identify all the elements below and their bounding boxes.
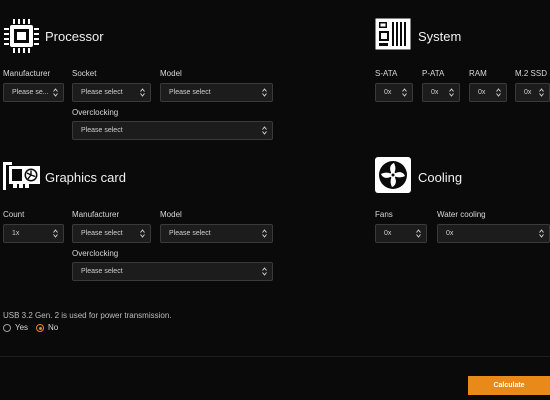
system-m2-label: M.2 SSD xyxy=(515,69,548,78)
chevron-updown-icon xyxy=(539,229,544,238)
system-title: System xyxy=(418,29,462,44)
system-sata-value: 0x xyxy=(384,89,392,96)
usb-question: USB 3.2 Gen. 2 is used for power transmi… xyxy=(3,311,172,320)
graphics-model-value: Please select xyxy=(169,230,211,237)
motherboard-icon xyxy=(375,18,411,50)
processor-model-value: Please select xyxy=(169,89,211,96)
divider xyxy=(0,356,550,357)
graphics-model-label: Model xyxy=(160,210,182,219)
system-m2-value: 0x xyxy=(524,89,532,96)
chevron-updown-icon xyxy=(53,229,58,238)
graphics-manufacturer-select[interactable]: Please select xyxy=(72,224,151,243)
usb-yes-label[interactable]: Yes xyxy=(15,323,28,332)
graphics-overclocking-label: Overclocking xyxy=(72,249,119,258)
chevron-updown-icon xyxy=(262,126,267,135)
processor-manufacturer-label: Manufacturer xyxy=(3,69,51,78)
processor-icon xyxy=(3,18,40,54)
processor-overclocking-select[interactable]: Please select xyxy=(72,121,273,140)
system-pata-select[interactable]: 0x xyxy=(422,83,460,102)
graphics-manufacturer-label: Manufacturer xyxy=(72,210,120,219)
processor-socket-select[interactable]: Please select xyxy=(72,83,151,102)
graphics-manufacturer-value: Please select xyxy=(81,230,123,237)
chevron-updown-icon xyxy=(140,229,145,238)
system-m2-select[interactable]: 0x xyxy=(515,83,550,102)
graphics-count-select[interactable]: 1x xyxy=(3,224,64,243)
chevron-updown-icon xyxy=(402,88,407,97)
graphics-overclocking-value: Please select xyxy=(81,268,123,275)
usb-yes-radio[interactable] xyxy=(3,324,11,332)
usb-no-label[interactable]: No xyxy=(48,323,58,332)
chevron-updown-icon xyxy=(262,88,267,97)
system-ram-label: RAM xyxy=(469,69,487,78)
system-pata-label: P-ATA xyxy=(422,69,445,78)
cooling-water-label: Water cooling xyxy=(437,210,486,219)
graphics-card-icon xyxy=(3,162,41,190)
graphics-count-value: 1x xyxy=(12,230,20,237)
system-sata-label: S-ATA xyxy=(375,69,398,78)
processor-overclocking-value: Please select xyxy=(81,127,123,134)
processor-model-select[interactable]: Please select xyxy=(160,83,273,102)
graphics-model-select[interactable]: Please select xyxy=(160,224,273,243)
cooling-water-select[interactable]: 0x xyxy=(437,224,550,243)
cooling-fans-select[interactable]: 0x xyxy=(375,224,427,243)
chevron-updown-icon xyxy=(449,88,454,97)
graphics-overclocking-select[interactable]: Please select xyxy=(72,262,273,281)
cooling-water-value: 0x xyxy=(446,230,454,237)
processor-model-label: Model xyxy=(160,69,182,78)
graphics-count-label: Count xyxy=(3,210,25,219)
system-ram-value: 0x xyxy=(478,89,486,96)
system-ram-select[interactable]: 0x xyxy=(469,83,507,102)
chevron-updown-icon xyxy=(416,229,421,238)
chevron-updown-icon xyxy=(140,88,145,97)
usb-no-radio[interactable] xyxy=(36,324,44,332)
processor-manufacturer-value: Please se... xyxy=(12,89,49,96)
cooling-fans-label: Fans xyxy=(375,210,393,219)
graphics-title: Graphics card xyxy=(45,170,126,185)
processor-title: Processor xyxy=(45,29,104,44)
chevron-updown-icon xyxy=(53,88,58,97)
processor-overclocking-label: Overclocking xyxy=(72,108,119,117)
calculate-button[interactable]: Calculate xyxy=(468,376,550,395)
fan-icon xyxy=(375,157,411,193)
chevron-updown-icon xyxy=(496,88,501,97)
processor-socket-value: Please select xyxy=(81,89,123,96)
processor-socket-label: Socket xyxy=(72,69,97,78)
cooling-fans-value: 0x xyxy=(384,230,392,237)
chevron-updown-icon xyxy=(262,229,267,238)
chevron-updown-icon xyxy=(262,267,267,276)
processor-manufacturer-select[interactable]: Please se... xyxy=(3,83,64,102)
system-sata-select[interactable]: 0x xyxy=(375,83,413,102)
cooling-title: Cooling xyxy=(418,170,463,185)
system-pata-value: 0x xyxy=(431,89,439,96)
chevron-updown-icon xyxy=(539,88,544,97)
